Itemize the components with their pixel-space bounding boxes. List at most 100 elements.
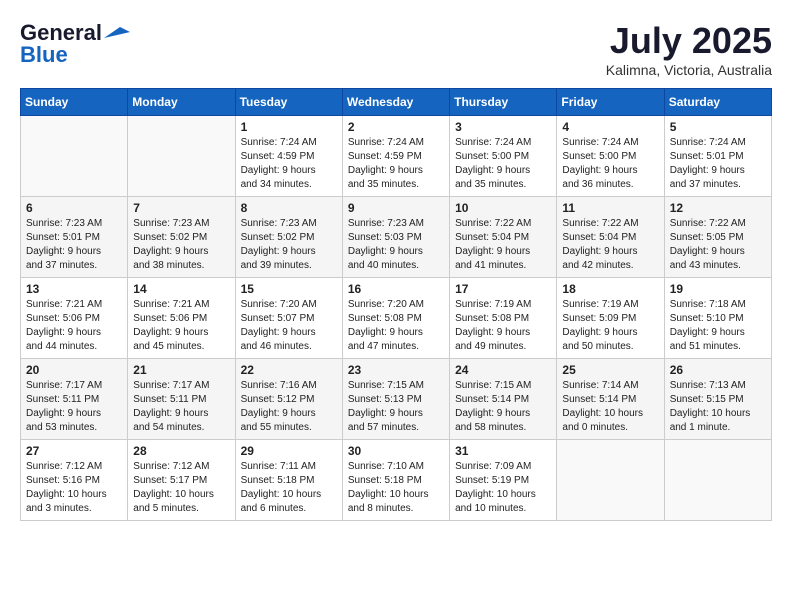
day-number: 22 xyxy=(241,363,337,377)
day-number: 29 xyxy=(241,444,337,458)
day-number: 19 xyxy=(670,282,766,296)
weekday-header: Sunday xyxy=(21,89,128,116)
day-number: 14 xyxy=(133,282,229,296)
day-info: Sunrise: 7:14 AM Sunset: 5:14 PM Dayligh… xyxy=(562,379,658,435)
day-info: Sunrise: 7:23 AM Sunset: 5:01 PM Dayligh… xyxy=(26,217,122,273)
calendar-cell: 31 Sunrise: 7:09 AM Sunset: 5:19 PM Dayli… xyxy=(450,440,557,521)
calendar-cell: 29 Sunrise: 7:11 AM Sunset: 5:18 PM Dayli… xyxy=(235,440,342,521)
calendar-cell: 30 Sunrise: 7:10 AM Sunset: 5:18 PM Dayli… xyxy=(342,440,449,521)
day-info: Sunrise: 7:19 AM Sunset: 5:09 PM Dayligh… xyxy=(562,298,658,354)
day-number: 21 xyxy=(133,363,229,377)
day-number: 27 xyxy=(26,444,122,458)
day-info: Sunrise: 7:21 AM Sunset: 5:06 PM Dayligh… xyxy=(26,298,122,354)
day-info: Sunrise: 7:23 AM Sunset: 5:02 PM Dayligh… xyxy=(133,217,229,273)
location-subtitle: Kalimna, Victoria, Australia xyxy=(606,62,772,78)
calendar-cell: 7 Sunrise: 7:23 AM Sunset: 5:02 PM Daylig… xyxy=(128,197,235,278)
day-number: 3 xyxy=(455,120,551,134)
day-number: 10 xyxy=(455,201,551,215)
weekday-header: Tuesday xyxy=(235,89,342,116)
day-number: 28 xyxy=(133,444,229,458)
calendar-cell: 15Sunrise: 7:20 AM Sunset: 5:07 PM Dayli… xyxy=(235,278,342,359)
day-number: 7 xyxy=(133,201,229,215)
day-info: Sunrise: 7:20 AM Sunset: 5:08 PM Dayligh… xyxy=(348,298,444,354)
calendar-cell xyxy=(21,116,128,197)
calendar-cell: 22 Sunrise: 7:16 AM Sunset: 5:12 PM Dayli… xyxy=(235,359,342,440)
calendar-cell: 12 Sunrise: 7:22 AM Sunset: 5:05 PM Dayli… xyxy=(664,197,771,278)
day-number: 12 xyxy=(670,201,766,215)
day-number: 18 xyxy=(562,282,658,296)
calendar-cell: 17 Sunrise: 7:19 AM Sunset: 5:08 PM Dayli… xyxy=(450,278,557,359)
calendar-cell: 6 Sunrise: 7:23 AM Sunset: 5:01 PM Daylig… xyxy=(21,197,128,278)
day-info: Sunrise: 7:18 AM Sunset: 5:10 PM Dayligh… xyxy=(670,298,766,354)
day-info: Sunrise: 7:22 AM Sunset: 5:05 PM Dayligh… xyxy=(670,217,766,273)
calendar-cell: 28 Sunrise: 7:12 AM Sunset: 5:17 PM Dayli… xyxy=(128,440,235,521)
day-info: Sunrise: 7:21 AM Sunset: 5:06 PM Dayligh… xyxy=(133,298,229,354)
day-info: Sunrise: 7:24 AM Sunset: 4:59 PM Dayligh… xyxy=(348,136,444,192)
logo-blue: Blue xyxy=(20,42,68,68)
day-info: Sunrise: 7:23 AM Sunset: 5:03 PM Dayligh… xyxy=(348,217,444,273)
day-number: 31 xyxy=(455,444,551,458)
weekday-header: Thursday xyxy=(450,89,557,116)
day-info: Sunrise: 7:19 AM Sunset: 5:08 PM Dayligh… xyxy=(455,298,551,354)
day-info: Sunrise: 7:20 AM Sunset: 5:07 PM Dayligh… xyxy=(241,298,337,354)
calendar-cell: 25 Sunrise: 7:14 AM Sunset: 5:14 PM Dayli… xyxy=(557,359,664,440)
day-info: Sunrise: 7:24 AM Sunset: 4:59 PM Dayligh… xyxy=(241,136,337,192)
title-block: July 2025 Kalimna, Victoria, Australia xyxy=(606,20,772,78)
day-number: 2 xyxy=(348,120,444,134)
day-info: Sunrise: 7:24 AM Sunset: 5:00 PM Dayligh… xyxy=(562,136,658,192)
day-number: 23 xyxy=(348,363,444,377)
calendar-cell: 24 Sunrise: 7:15 AM Sunset: 5:14 PM Dayli… xyxy=(450,359,557,440)
day-info: Sunrise: 7:15 AM Sunset: 5:14 PM Dayligh… xyxy=(455,379,551,435)
calendar-cell: 21 Sunrise: 7:17 AM Sunset: 5:11 PM Dayli… xyxy=(128,359,235,440)
day-number: 1 xyxy=(241,120,337,134)
day-number: 9 xyxy=(348,201,444,215)
day-info: Sunrise: 7:12 AM Sunset: 5:17 PM Dayligh… xyxy=(133,460,229,516)
calendar-cell: 19 Sunrise: 7:18 AM Sunset: 5:10 PM Dayli… xyxy=(664,278,771,359)
day-info: Sunrise: 7:17 AM Sunset: 5:11 PM Dayligh… xyxy=(133,379,229,435)
day-info: Sunrise: 7:22 AM Sunset: 5:04 PM Dayligh… xyxy=(455,217,551,273)
weekday-header: Friday xyxy=(557,89,664,116)
day-info: Sunrise: 7:24 AM Sunset: 5:01 PM Dayligh… xyxy=(670,136,766,192)
day-number: 25 xyxy=(562,363,658,377)
day-info: Sunrise: 7:13 AM Sunset: 5:15 PM Dayligh… xyxy=(670,379,766,435)
day-info: Sunrise: 7:15 AM Sunset: 5:13 PM Dayligh… xyxy=(348,379,444,435)
page-header: General Blue July 2025 Kalimna, Victoria… xyxy=(20,20,772,78)
day-number: 24 xyxy=(455,363,551,377)
calendar-cell: 8 Sunrise: 7:23 AM Sunset: 5:02 PM Daylig… xyxy=(235,197,342,278)
day-number: 6 xyxy=(26,201,122,215)
day-info: Sunrise: 7:09 AM Sunset: 5:19 PM Dayligh… xyxy=(455,460,551,516)
calendar-cell: 9 Sunrise: 7:23 AM Sunset: 5:03 PM Daylig… xyxy=(342,197,449,278)
day-info: Sunrise: 7:17 AM Sunset: 5:11 PM Dayligh… xyxy=(26,379,122,435)
day-number: 13 xyxy=(26,282,122,296)
day-info: Sunrise: 7:22 AM Sunset: 5:04 PM Dayligh… xyxy=(562,217,658,273)
weekday-header: Monday xyxy=(128,89,235,116)
calendar-cell: 3 Sunrise: 7:24 AM Sunset: 5:00 PM Daylig… xyxy=(450,116,557,197)
calendar-cell xyxy=(557,440,664,521)
day-number: 11 xyxy=(562,201,658,215)
day-info: Sunrise: 7:16 AM Sunset: 5:12 PM Dayligh… xyxy=(241,379,337,435)
day-number: 4 xyxy=(562,120,658,134)
calendar-cell: 14 Sunrise: 7:21 AM Sunset: 5:06 PM Dayli… xyxy=(128,278,235,359)
day-number: 20 xyxy=(26,363,122,377)
logo: General Blue xyxy=(20,20,134,68)
day-number: 17 xyxy=(455,282,551,296)
weekday-header: Saturday xyxy=(664,89,771,116)
calendar-cell xyxy=(664,440,771,521)
day-info: Sunrise: 7:24 AM Sunset: 5:00 PM Dayligh… xyxy=(455,136,551,192)
calendar-cell: 4 Sunrise: 7:24 AM Sunset: 5:00 PM Daylig… xyxy=(557,116,664,197)
calendar-cell: 11 Sunrise: 7:22 AM Sunset: 5:04 PM Dayli… xyxy=(557,197,664,278)
day-number: 8 xyxy=(241,201,337,215)
day-info: Sunrise: 7:12 AM Sunset: 5:16 PM Dayligh… xyxy=(26,460,122,516)
weekday-header: Wednesday xyxy=(342,89,449,116)
calendar-cell: 20 Sunrise: 7:17 AM Sunset: 5:11 PM Dayli… xyxy=(21,359,128,440)
day-info: Sunrise: 7:23 AM Sunset: 5:02 PM Dayligh… xyxy=(241,217,337,273)
day-number: 30 xyxy=(348,444,444,458)
day-info: Sunrise: 7:10 AM Sunset: 5:18 PM Dayligh… xyxy=(348,460,444,516)
logo-arrow-icon xyxy=(102,26,134,40)
day-info: Sunrise: 7:11 AM Sunset: 5:18 PM Dayligh… xyxy=(241,460,337,516)
calendar-cell: 27 Sunrise: 7:12 AM Sunset: 5:16 PM Dayli… xyxy=(21,440,128,521)
day-number: 5 xyxy=(670,120,766,134)
calendar-cell: 18 Sunrise: 7:19 AM Sunset: 5:09 PM Dayli… xyxy=(557,278,664,359)
day-number: 26 xyxy=(670,363,766,377)
calendar-cell: 5 Sunrise: 7:24 AM Sunset: 5:01 PM Daylig… xyxy=(664,116,771,197)
